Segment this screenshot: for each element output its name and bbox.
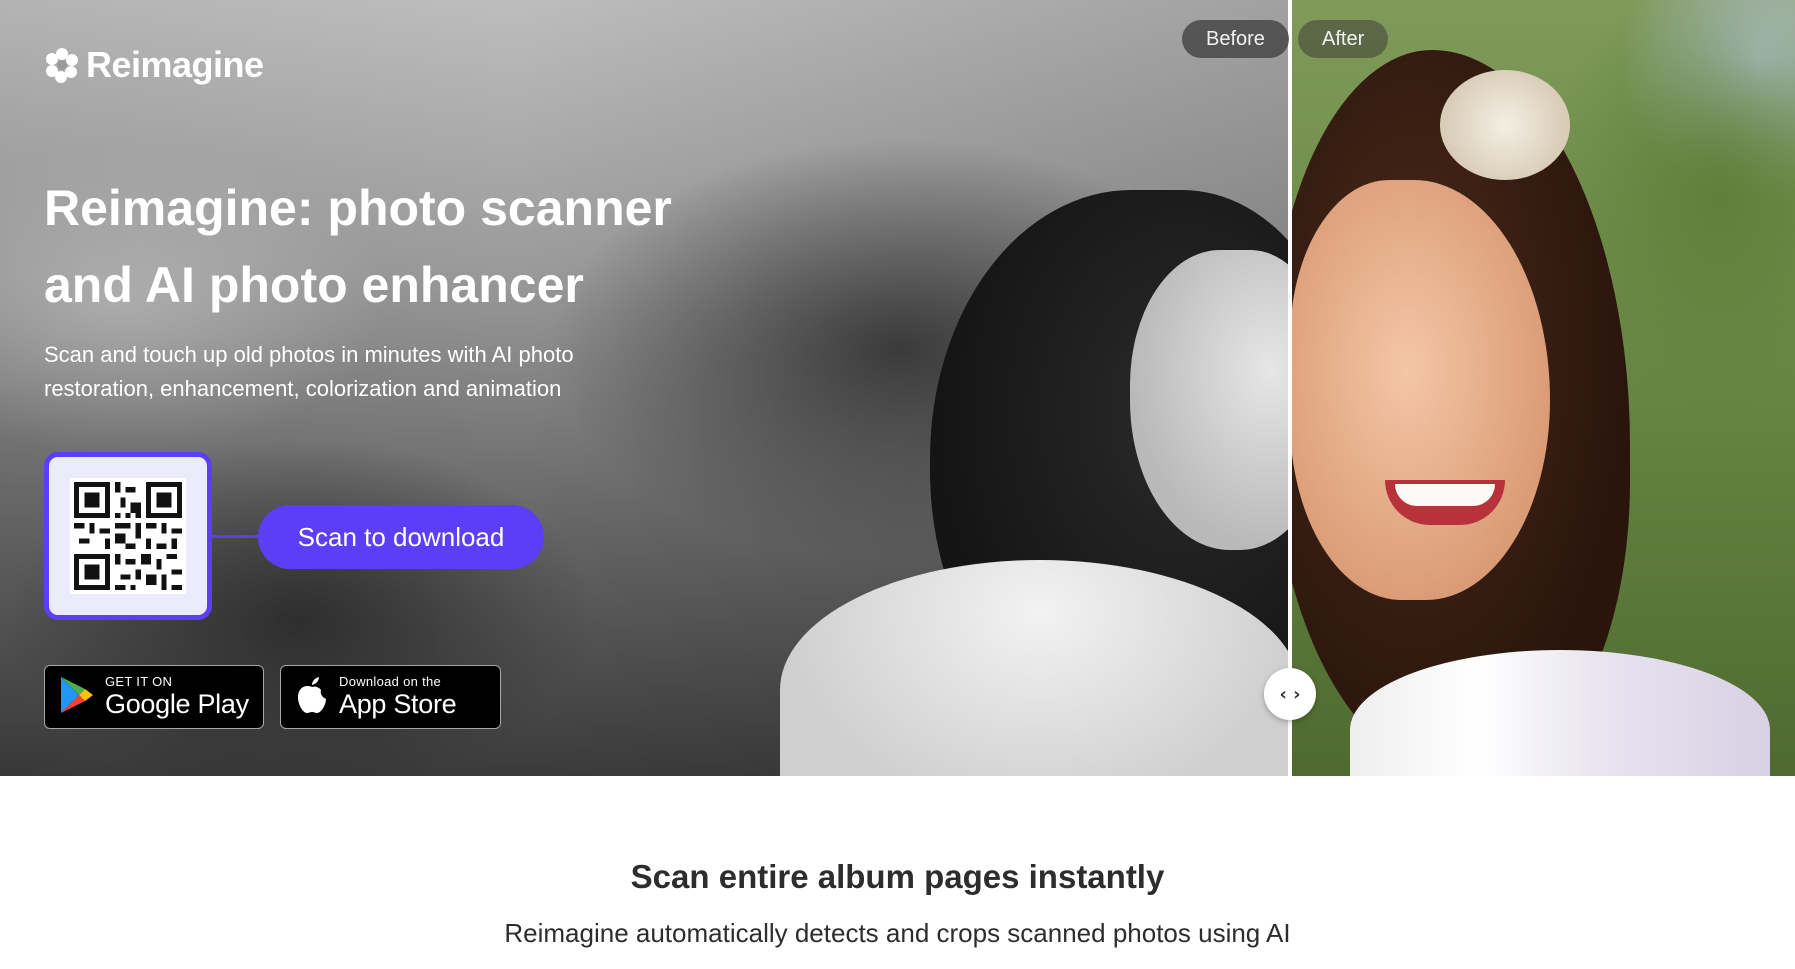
qr-code-icon bbox=[70, 478, 186, 594]
app-store-text: Download on the App Store bbox=[339, 674, 457, 720]
google-play-text: GET IT ON Google Play bbox=[105, 674, 249, 720]
section-subtitle: Reimagine automatically detects and crop… bbox=[504, 918, 1291, 948]
qr-code-card[interactable] bbox=[44, 452, 212, 620]
section-title: Scan entire album pages instantly bbox=[630, 858, 1165, 895]
app-store-big-text: App Store bbox=[339, 689, 457, 719]
after-label: After bbox=[1298, 20, 1389, 58]
before-label: Before bbox=[1182, 20, 1289, 58]
google-play-icon bbox=[59, 675, 95, 720]
logo-text: Reimagine bbox=[86, 44, 264, 85]
page-title: Reimagine: photo scanner and AI photo en… bbox=[44, 170, 764, 324]
hero-subtitle: Scan and touch up old photos in minutes … bbox=[44, 338, 644, 406]
apple-icon bbox=[295, 675, 329, 720]
left-right-arrows-icon: ‹ › bbox=[1279, 683, 1301, 705]
app-store-small-text: Download on the bbox=[339, 674, 442, 689]
google-play-small-text: GET IT ON bbox=[105, 674, 173, 689]
compare-slider-handle[interactable]: ‹ › bbox=[1264, 668, 1316, 720]
qr-connector-line bbox=[212, 535, 260, 538]
logo[interactable]: Reimagine bbox=[44, 44, 264, 86]
app-store-badge[interactable]: Download on the App Store bbox=[280, 665, 501, 729]
title-line-1: Reimagine: photo scanner bbox=[44, 180, 672, 236]
subtitle-line-2: restoration, enhancement, colorization a… bbox=[44, 376, 562, 401]
after-portrait-teeth bbox=[1395, 484, 1495, 506]
after-portrait-flower bbox=[1440, 70, 1570, 180]
shutter-logo-icon bbox=[44, 47, 80, 83]
google-play-big-text: Google Play bbox=[105, 689, 249, 719]
hero-section: Before After ‹ › Reimagine Reimagine: ph… bbox=[0, 0, 1795, 776]
scan-to-download-button[interactable]: Scan to download bbox=[258, 505, 544, 569]
after-photo bbox=[1290, 0, 1795, 776]
title-line-2: and AI photo enhancer bbox=[44, 257, 584, 313]
compare-divider[interactable] bbox=[1288, 0, 1292, 776]
subtitle-line-1: Scan and touch up old photos in minutes … bbox=[44, 342, 574, 367]
google-play-badge[interactable]: GET IT ON Google Play bbox=[44, 665, 264, 729]
